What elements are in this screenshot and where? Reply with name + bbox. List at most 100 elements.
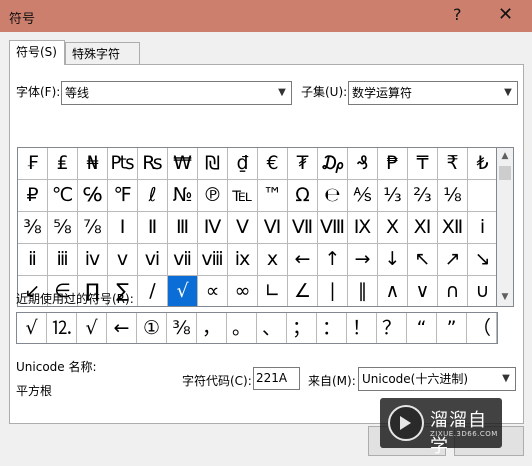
symbol-cell[interactable]: ⅷ (198, 244, 228, 276)
symbol-cell[interactable]: ⅱ (18, 244, 48, 276)
symbol-cell[interactable]: Ⅶ (288, 212, 318, 244)
symbol-cell[interactable]: → (348, 244, 378, 276)
scroll-down-icon[interactable]: ▼ (497, 289, 513, 306)
recent-symbol-cell[interactable]: 、 (257, 313, 287, 343)
symbol-cell[interactable]: ⅵ (138, 244, 168, 276)
recent-symbol-cell[interactable]: ； (287, 313, 317, 343)
symbol-cell[interactable]: ⅴ (108, 244, 138, 276)
recent-symbol-cell[interactable]: ： (317, 313, 347, 343)
symbol-cell[interactable]: ← (288, 244, 318, 276)
symbol-cell[interactable]: ₩ (168, 148, 198, 180)
symbol-cell[interactable]: ℮ (318, 180, 348, 212)
symbol-cell[interactable]: ∥ (348, 276, 378, 306)
symbol-cell[interactable]: ₱ (378, 148, 408, 180)
symbol-cell[interactable]: ∣ (318, 276, 348, 306)
symbol-cell[interactable]: ⅔ (408, 180, 438, 212)
symbol-cell[interactable]: ↑ (318, 244, 348, 276)
symbol-cell[interactable]: ₯ (318, 148, 348, 180)
symbol-cell[interactable]: ₧ (108, 148, 138, 180)
symbol-cell[interactable]: ∪ (468, 276, 496, 306)
symbol-cell[interactable]: ⅶ (168, 244, 198, 276)
symbol-cell[interactable]: ₣ (18, 148, 48, 180)
symbol-cell[interactable]: Ⅰ (108, 212, 138, 244)
symbol-cell[interactable]: ₪ (198, 148, 228, 180)
symbol-cell[interactable]: ℓ (138, 180, 168, 212)
symbol-cell[interactable]: ∕ (138, 276, 168, 306)
scroll-up-icon[interactable]: ▲ (497, 148, 513, 165)
symbol-cell[interactable]: ⅜ (18, 212, 48, 244)
symbol-cell[interactable]: Ⅱ (138, 212, 168, 244)
symbol-cell[interactable]: ℡ (228, 180, 258, 212)
symbol-cell[interactable]: ₸ (408, 148, 438, 180)
symbol-cell[interactable]: ℉ (108, 180, 138, 212)
recent-symbol-cell[interactable]: ⅜ (167, 313, 197, 343)
symbol-cell[interactable]: № (168, 180, 198, 212)
symbol-cell[interactable]: ⅛ (438, 180, 468, 212)
symbol-cell[interactable]: Ⅹ (378, 212, 408, 244)
symbol-cell[interactable]: ⅞ (78, 212, 108, 244)
symbol-cell[interactable]: ™ (258, 180, 288, 212)
recent-symbol-cell[interactable]: “ (407, 313, 437, 343)
symbol-cell[interactable]: ℃ (48, 180, 78, 212)
symbol-cell[interactable]: ₽ (18, 180, 48, 212)
symbol-cell[interactable]: ⅹ (258, 244, 288, 276)
symbol-cell[interactable]: √ (168, 276, 198, 306)
symbol-cell[interactable]: ∩ (438, 276, 468, 306)
recent-symbol-cell[interactable]: √ (17, 313, 47, 343)
help-button[interactable]: ? (453, 5, 462, 24)
recent-symbol-cell[interactable]: ” (437, 313, 467, 343)
chevron-down-icon[interactable]: ▼ (499, 82, 517, 104)
symbol-cell[interactable]: ∝ (198, 276, 228, 306)
symbol-cell[interactable]: ℗ (198, 180, 228, 212)
symbol-cell[interactable]: ⅓ (378, 180, 408, 212)
chevron-down-icon[interactable]: ▼ (497, 368, 515, 390)
from-combo[interactable]: Unicode(十六进制) ▼ (358, 367, 516, 391)
recent-symbol-cell[interactable]: ① (137, 313, 167, 343)
recent-symbol-cell[interactable]: ！ (347, 313, 377, 343)
symbol-cell[interactable]: ∟ (258, 276, 288, 306)
subset-combo[interactable]: 数学运算符 ▼ (348, 81, 518, 105)
recent-symbol-cell[interactable]: √ (77, 313, 107, 343)
symbol-cell[interactable]: ↓ (378, 244, 408, 276)
symbol-cell[interactable]: € (258, 148, 288, 180)
symbol-cell[interactable]: Ⅺ (408, 212, 438, 244)
font-combo[interactable]: 等线 ▼ (61, 81, 292, 105)
symbol-cell[interactable]: ⅸ (228, 244, 258, 276)
symbol-cell[interactable]: ₮ (288, 148, 318, 180)
recent-symbols[interactable]: √ ⒓ √ ← ① ⅜，。、；：！？ “” （ (16, 312, 498, 344)
symbol-cell[interactable]: ₹ (438, 148, 468, 180)
recent-symbol-cell[interactable]: 。 (227, 313, 257, 343)
symbol-cell[interactable]: ↗ (438, 244, 468, 276)
tab-symbols[interactable]: 符号(S) (9, 40, 65, 65)
scroll-thumb[interactable] (499, 166, 511, 180)
symbol-cell[interactable]: ⅳ (78, 244, 108, 276)
symbol-cell[interactable]: Ⅴ (228, 212, 258, 244)
symbol-cell[interactable]: ₰ (348, 148, 378, 180)
recent-symbol-cell[interactable]: ← (107, 313, 137, 343)
tab-special-characters[interactable]: 特殊字符(P) (65, 42, 140, 83)
symbol-cell[interactable]: ₺ (468, 148, 496, 180)
chevron-down-icon[interactable]: ▼ (273, 82, 291, 104)
symbol-cell[interactable]: Ⅲ (168, 212, 198, 244)
symbol-cell[interactable]: ⅝ (48, 212, 78, 244)
grid-scrollbar[interactable]: ▲ ▼ (497, 147, 514, 307)
symbol-cell[interactable]: ∧ (378, 276, 408, 306)
symbol-cell[interactable]: ∠ (288, 276, 318, 306)
symbol-cell[interactable]: ℅ (78, 180, 108, 212)
recent-symbol-cell[interactable]: ， (197, 313, 227, 343)
symbol-grid[interactable]: ₣ ₤ ₦ ₧ ₨ ₩ ₪ ₫ € ₮ ₯ ₰ ₱ ₸ ₹ ₺ ₽ ℃ ℅ ℉ ℓ № ℗ ℡ ™ Ω ℮ ⅍ ⅓ ⅔ ⅛ ⅜ ⅝ ⅞ Ⅰ Ⅱ Ⅲ Ⅳ Ⅴ Ⅵ… (17, 147, 497, 307)
symbol-cell[interactable]: ⅲ (48, 244, 78, 276)
recent-symbol-cell[interactable]: ⒓ (47, 313, 77, 343)
symbol-cell[interactable]: ↘ (468, 244, 496, 276)
symbol-cell[interactable] (468, 180, 496, 212)
symbol-cell[interactable]: Ⅻ (438, 212, 468, 244)
symbol-cell[interactable]: ₦ (78, 148, 108, 180)
symbol-cell[interactable]: Ⅳ (198, 212, 228, 244)
symbol-cell[interactable]: ⅍ (348, 180, 378, 212)
recent-symbol-cell[interactable]: ？ (377, 313, 407, 343)
close-button[interactable]: ✕ (498, 4, 513, 25)
symbol-cell[interactable]: ₫ (228, 148, 258, 180)
symbol-cell[interactable]: ₨ (138, 148, 168, 180)
symbol-cell[interactable]: ↖ (408, 244, 438, 276)
symbol-cell[interactable]: Ⅷ (318, 212, 348, 244)
